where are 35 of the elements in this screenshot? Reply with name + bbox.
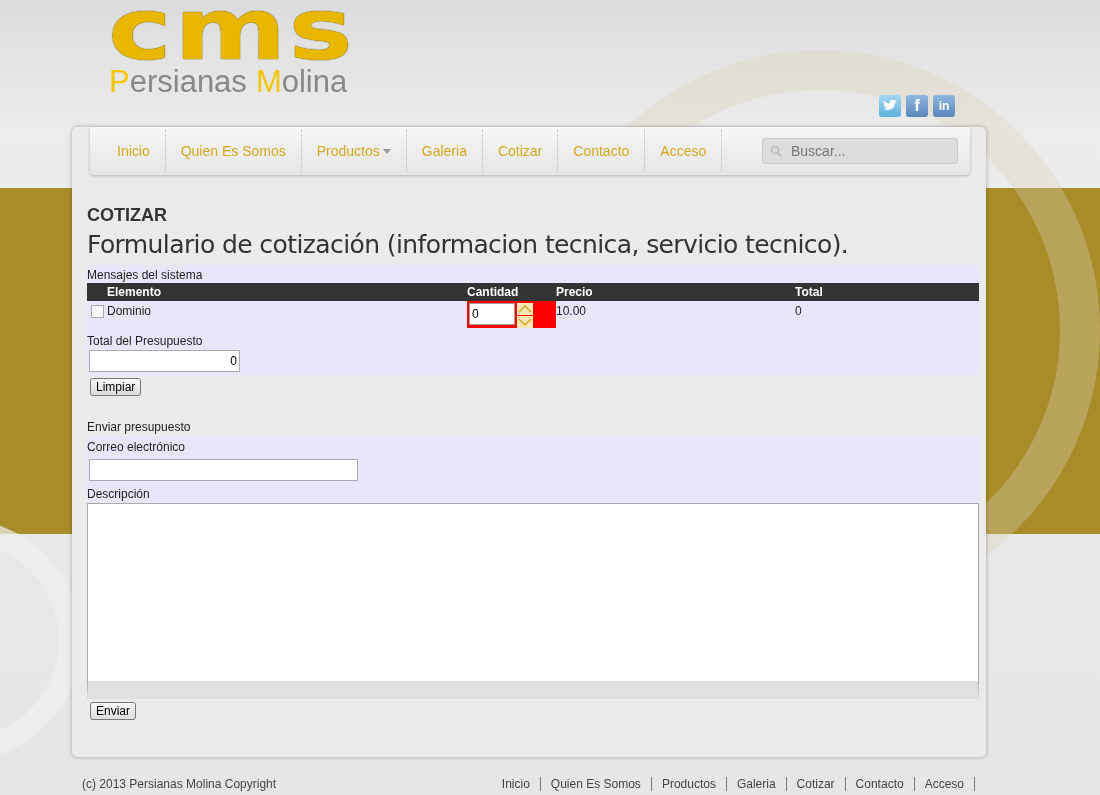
footer-link[interactable]: Galeria <box>726 777 787 791</box>
section-caption: Enviar presupuesto <box>87 420 192 436</box>
footer-link[interactable]: Contacto <box>845 777 915 791</box>
field-label: Total del Presupuesto <box>87 333 204 350</box>
logo-text: Molina <box>255 66 348 97</box>
page-heading: COTIZAR <box>87 205 168 226</box>
quantity-field[interactable]: 0 <box>469 303 515 325</box>
logo-text: Persianas <box>109 66 247 97</box>
bird-icon[interactable] <box>879 95 901 117</box>
search-field[interactable]: Buscar... <box>762 138 958 164</box>
clear-button[interactable]: Limpiar <box>90 378 142 396</box>
footer-link[interactable]: Acceso <box>914 777 975 791</box>
total-cell-text: 0 <box>795 303 803 320</box>
footer-link[interactable]: Productos <box>651 777 727 791</box>
section-caption: Mensajes del sistema <box>87 267 204 283</box>
column-header: Cantidad <box>467 283 556 301</box>
footer-link[interactable]: Quien Es Somos <box>540 777 652 791</box>
item-name: Dominio <box>107 304 151 318</box>
page-title: Formulario de cotización (informacion tecnica, servicio tecnico). <box>87 230 850 259</box>
field-label: Correo electrónico <box>87 439 187 456</box>
down-arrow-icon[interactable] <box>517 316 533 328</box>
column-header: Precio <box>556 283 795 301</box>
total-field[interactable]: 0 <box>89 350 240 372</box>
send-button[interactable]: Enviar <box>90 702 136 720</box>
column-header: Elemento <box>87 283 467 301</box>
field-label: Descripción <box>87 486 151 503</box>
column-header: Total <box>795 283 979 301</box>
description-field[interactable] <box>87 503 979 699</box>
footer-link[interactable]: Inicio <box>491 777 541 791</box>
up-arrow-icon[interactable] <box>517 303 533 315</box>
copyright-text: (c) 2013 Persianas Molina Copyright <box>82 777 277 791</box>
price-cell-text: 10.00 <box>556 303 588 320</box>
checkbox[interactable] <box>91 305 104 318</box>
email-field[interactable] <box>89 459 358 481</box>
footer-link[interactable]: Cotizar <box>786 777 846 791</box>
